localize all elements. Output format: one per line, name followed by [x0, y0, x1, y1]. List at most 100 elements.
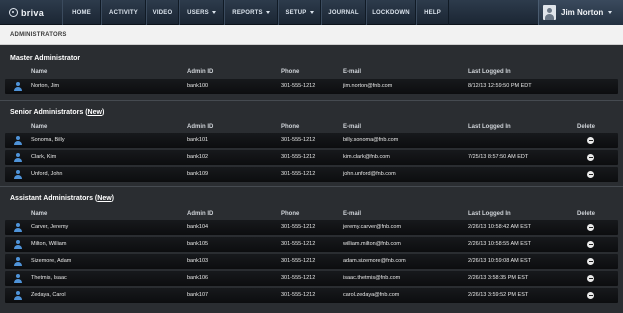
nav-journal[interactable]: JOURNAL — [321, 0, 366, 25]
col-name: Name — [31, 124, 48, 130]
new-senior-admin-link[interactable]: New — [88, 109, 102, 116]
admin-email: william.milton@fnb.com — [343, 241, 401, 247]
nav-reports[interactable]: REPORTS — [224, 0, 278, 25]
col-name: Name — [31, 69, 48, 75]
chevron-down-icon — [211, 11, 216, 14]
admin-email: billy.sonoma@fnb.com — [343, 137, 399, 143]
admin-name[interactable]: Carver, Jeremy — [31, 224, 68, 230]
admin-phone: 301-555-1212 — [281, 258, 316, 264]
table-row[interactable]: Carver, Jeremy bank104 301-555-1212 jere… — [5, 220, 618, 235]
col-admin-id: Admin ID — [187, 211, 214, 217]
admin-last-login: 8/12/13 12:59:50 PM EDT — [468, 83, 532, 89]
nav-reports-label: REPORTS — [232, 9, 263, 16]
admin-name[interactable]: Clark, Kim — [31, 154, 56, 160]
user-icon — [14, 170, 22, 179]
chevron-down-icon — [265, 11, 270, 14]
col-last-logged-in: Last Logged In — [468, 69, 511, 75]
nav-setup[interactable]: SETUP — [278, 0, 321, 25]
user-icon — [14, 291, 22, 300]
briva-logo[interactable]: briva — [0, 0, 62, 25]
table-row[interactable]: Norton, Jim bank100 301-555-1212 jim.nor… — [5, 79, 618, 94]
master-section-title: Master Administrator — [10, 55, 81, 62]
delete-icon[interactable] — [587, 171, 594, 178]
chevron-down-icon — [309, 11, 314, 14]
nav-video-label: VIDEO — [152, 9, 173, 16]
col-delete: Delete — [577, 211, 596, 217]
table-row[interactable]: Unford, John bank109 301-555-1212 john.u… — [5, 167, 618, 182]
admin-name[interactable]: Norton, Jim — [31, 83, 59, 89]
table-row[interactable]: Thetmis, Isaac bank106 301-555-1212 isaa… — [5, 271, 618, 286]
admin-last-login: 2/26/13 3:59:52 PM EST — [468, 292, 529, 298]
divider — [0, 186, 623, 187]
page-header: ADMINISTRATORS — [0, 25, 623, 45]
admin-phone: 301-555-1212 — [281, 224, 316, 230]
delete-icon[interactable] — [587, 241, 594, 248]
admin-id: bank107 — [187, 292, 209, 298]
admin-name[interactable]: Milton, William — [31, 241, 66, 247]
col-email: E-mail — [343, 211, 362, 217]
avatar — [543, 5, 556, 20]
admin-email: john.unford@fnb.com — [343, 171, 396, 177]
nav-activity[interactable]: ACTIVITY — [101, 0, 146, 25]
col-phone: Phone — [281, 124, 300, 130]
admin-email: isaac.thetmis@fnb.com — [343, 275, 401, 281]
user-icon — [14, 82, 22, 91]
user-icon — [14, 153, 22, 162]
table-row[interactable]: Sizemore, Adam bank103 301-555-1212 adam… — [5, 254, 618, 269]
delete-icon[interactable] — [587, 258, 594, 265]
logo-text: briva — [21, 7, 45, 18]
user-menu[interactable]: Jim Norton — [538, 0, 623, 25]
admin-name[interactable]: Sizemore, Adam — [31, 258, 71, 264]
admin-email: jeremy.carver@fnb.com — [343, 224, 402, 230]
table-row[interactable]: Milton, William bank105 301-555-1212 wil… — [5, 237, 618, 252]
col-phone: Phone — [281, 69, 300, 75]
nav-lockdown[interactable]: LOCKDOWN — [366, 0, 416, 25]
nav-video[interactable]: VIDEO — [146, 0, 179, 25]
nav-users[interactable]: USERS — [179, 0, 224, 25]
admin-phone: 301-555-1212 — [281, 83, 316, 89]
nav-help[interactable]: HELP — [416, 0, 449, 25]
admin-phone: 301-555-1212 — [281, 241, 316, 247]
delete-icon[interactable] — [587, 292, 594, 299]
admin-phone: 301-555-1212 — [281, 137, 316, 143]
page-title: ADMINISTRATORS — [10, 32, 67, 38]
admin-last-login: 7/25/13 8:57:50 AM EDT — [468, 154, 529, 160]
admin-name[interactable]: Thetmis, Isaac — [31, 275, 67, 281]
admin-name[interactable]: Unford, John — [31, 171, 63, 177]
admin-last-login: 2/26/13 10:59:08 AM EST — [468, 258, 531, 264]
chevron-down-icon — [608, 11, 613, 14]
col-last-logged-in: Last Logged In — [468, 124, 511, 130]
nav-help-label: HELP — [424, 9, 441, 16]
admin-id: bank103 — [187, 258, 209, 264]
new-assistant-admin-link[interactable]: New — [97, 195, 111, 202]
admin-name[interactable]: Sonoma, Billy — [31, 137, 65, 143]
nav-journal-label: JOURNAL — [328, 9, 359, 16]
col-admin-id: Admin ID — [187, 69, 214, 75]
master-table-header: Name Admin ID Phone E-mail Last Logged I… — [0, 68, 623, 78]
admin-id: bank106 — [187, 275, 209, 281]
table-row[interactable]: Zedaya, Carol bank107 301-555-1212 carol… — [5, 288, 618, 303]
main-nav: HOME ACTIVITY VIDEO USERS REPORTS SETUP … — [62, 0, 449, 25]
user-icon — [14, 240, 22, 249]
delete-icon[interactable] — [587, 275, 594, 282]
admin-phone: 301-555-1212 — [281, 292, 316, 298]
nav-home-label: HOME — [72, 9, 91, 16]
admin-email: adam.sizemore@fnb.com — [343, 258, 406, 264]
admin-last-login: 2/26/13 10:58:55 AM EST — [468, 241, 531, 247]
col-admin-id: Admin ID — [187, 124, 214, 130]
col-email: E-mail — [343, 124, 362, 130]
admin-id: bank100 — [187, 83, 209, 89]
assistant-title-text: Assistant Administrators — [10, 195, 93, 202]
delete-icon[interactable] — [587, 154, 594, 161]
table-row[interactable]: Clark, Kim bank102 301-555-1212 kim.clar… — [5, 150, 618, 165]
delete-icon[interactable] — [587, 224, 594, 231]
senior-section-title: Senior Administrators (New) — [10, 109, 105, 116]
col-last-logged-in: Last Logged In — [468, 211, 511, 217]
table-row[interactable]: Sonoma, Billy bank101 301-555-1212 billy… — [5, 133, 618, 148]
admin-name[interactable]: Zedaya, Carol — [31, 292, 66, 298]
senior-table-header: Name Admin ID Phone E-mail Last Logged I… — [0, 123, 623, 133]
admin-phone: 301-555-1212 — [281, 154, 316, 160]
delete-icon[interactable] — [587, 137, 594, 144]
assistant-table-header: Name Admin ID Phone E-mail Last Logged I… — [0, 210, 623, 220]
nav-home[interactable]: HOME — [62, 0, 101, 25]
